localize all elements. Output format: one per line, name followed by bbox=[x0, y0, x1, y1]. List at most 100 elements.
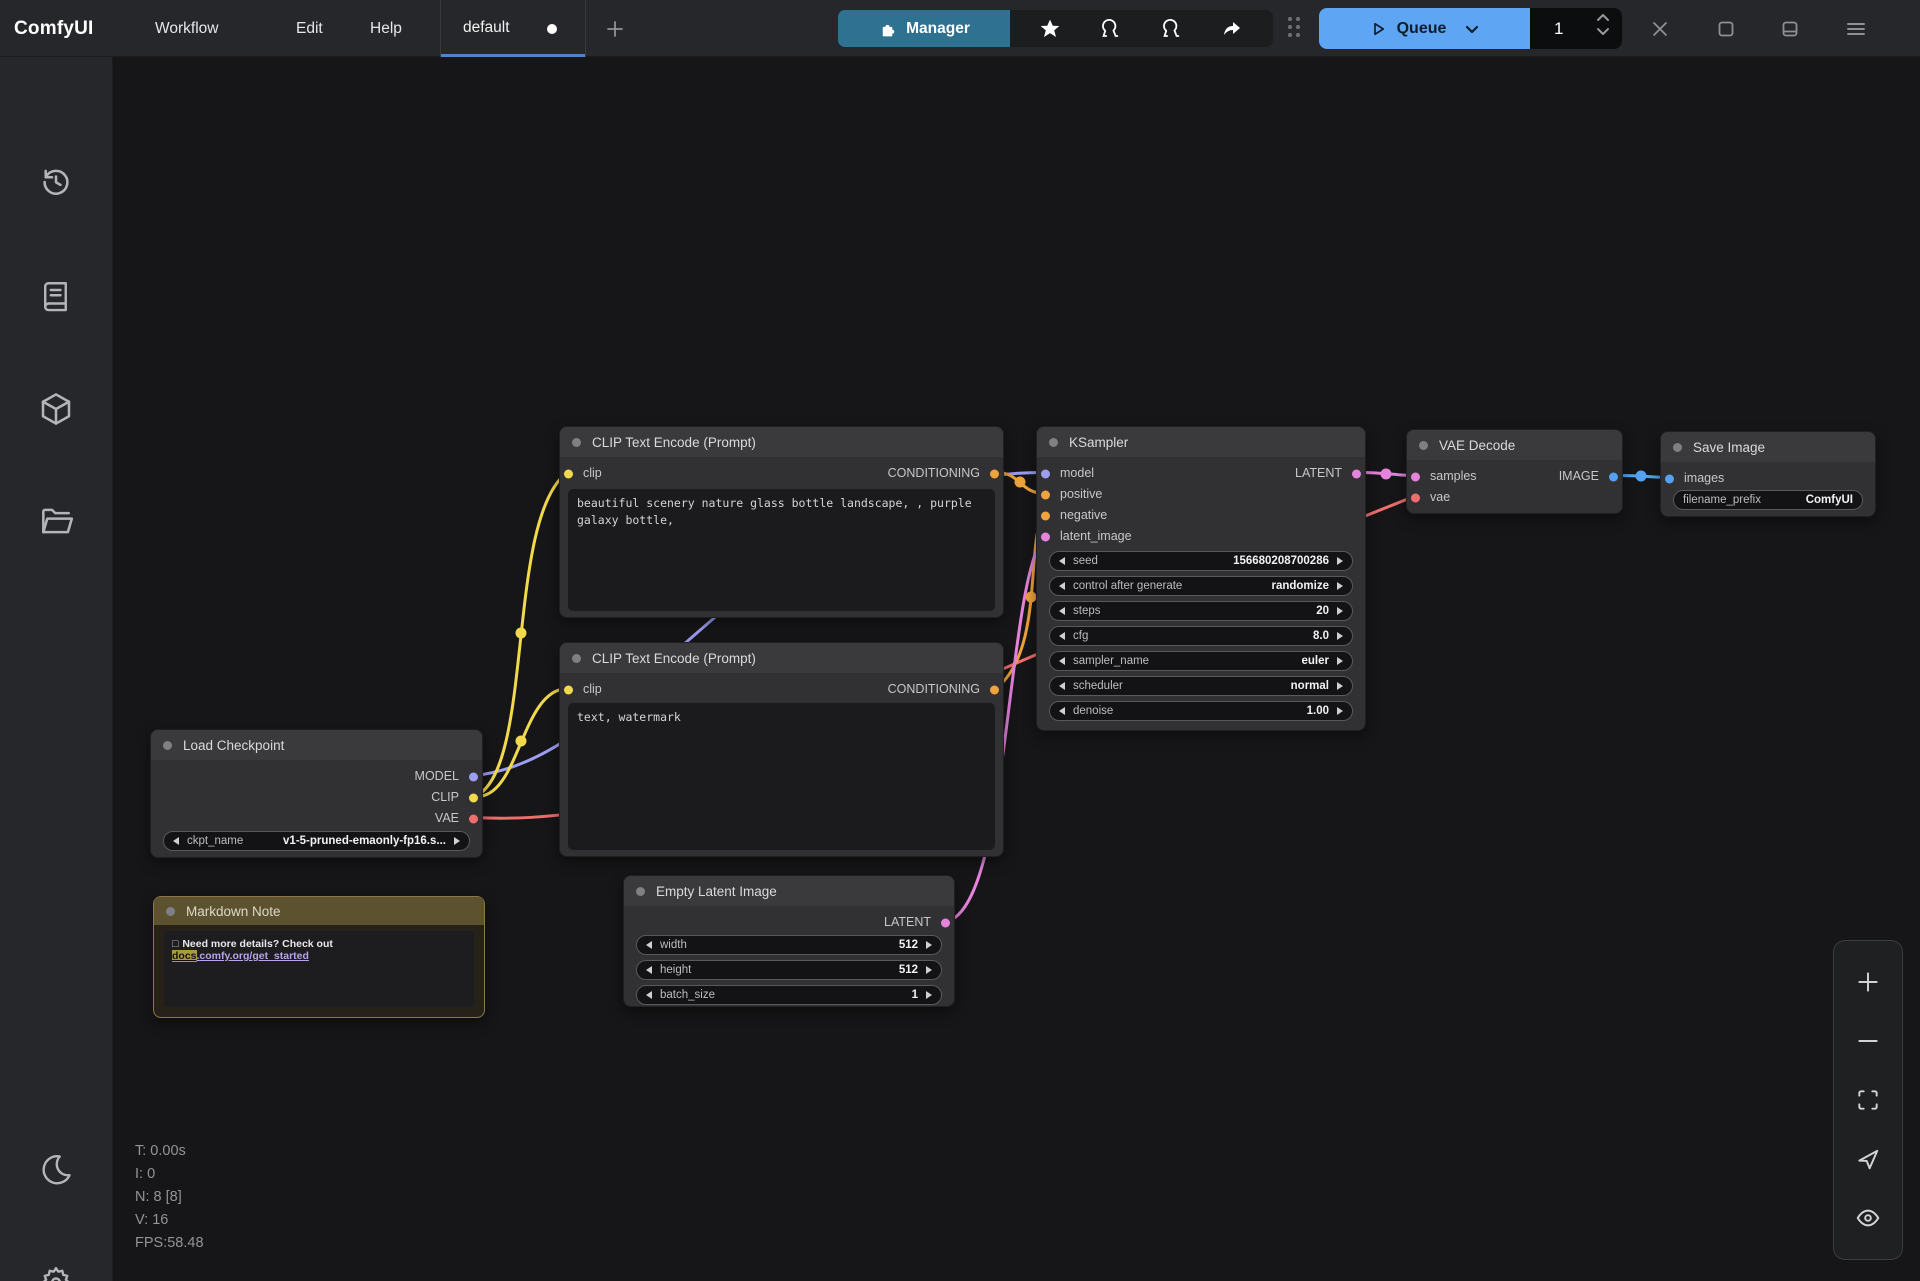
increment-arrow-icon[interactable] bbox=[926, 966, 932, 974]
widget-height[interactable]: height 512 bbox=[636, 960, 942, 980]
widget-control-after-generate[interactable]: control after generate randomize bbox=[1049, 576, 1353, 596]
widget-filename-prefix[interactable]: filename_prefix ComfyUI bbox=[1673, 490, 1863, 510]
sidebar-node-library-button[interactable] bbox=[32, 272, 80, 320]
widget-steps[interactable]: steps 20 bbox=[1049, 601, 1353, 621]
port-dot[interactable] bbox=[469, 814, 478, 823]
widget-batch-size[interactable]: batch_size 1 bbox=[636, 985, 942, 1005]
navigation-mode-button[interactable] bbox=[1850, 1141, 1886, 1177]
port-dot[interactable] bbox=[1411, 472, 1420, 481]
node-vae-decode[interactable]: VAE Decode samples IMAGE vae bbox=[1406, 429, 1623, 514]
chevron-down-icon[interactable] bbox=[1596, 27, 1610, 36]
note-link-highlight[interactable]: docs bbox=[172, 950, 197, 962]
node-empty-latent-image[interactable]: Empty Latent Image LATENT width 512 heig… bbox=[623, 875, 955, 1007]
graph-canvas[interactable] bbox=[113, 57, 1920, 1281]
menu-help[interactable]: Help bbox=[370, 0, 402, 57]
zoom-in-button[interactable] bbox=[1850, 964, 1886, 1000]
collapse-dot[interactable] bbox=[572, 438, 581, 447]
port-dot[interactable] bbox=[1041, 490, 1050, 499]
increment-arrow-icon[interactable] bbox=[1337, 707, 1343, 715]
node-header[interactable]: Load Checkpoint bbox=[151, 730, 482, 760]
chevron-down-icon[interactable] bbox=[1464, 21, 1480, 37]
port-dot[interactable] bbox=[1665, 474, 1674, 483]
stepper-arrows[interactable] bbox=[1596, 13, 1610, 36]
node-clip-text-encode-positive[interactable]: CLIP Text Encode (Prompt) clip CONDITION… bbox=[559, 426, 1004, 618]
increment-arrow-icon[interactable] bbox=[1337, 607, 1343, 615]
decrement-arrow-icon[interactable] bbox=[1059, 557, 1065, 565]
decrement-arrow-icon[interactable] bbox=[1059, 657, 1065, 665]
node-header[interactable]: Save Image bbox=[1661, 432, 1875, 462]
maximize-button[interactable] bbox=[1712, 16, 1740, 42]
node-ksampler[interactable]: KSampler model LATENT positive negative … bbox=[1036, 426, 1366, 731]
node-header[interactable]: VAE Decode bbox=[1407, 430, 1622, 460]
port-dot[interactable] bbox=[564, 685, 573, 694]
queue-button[interactable]: Queue bbox=[1319, 8, 1530, 49]
increment-arrow-icon[interactable] bbox=[1337, 657, 1343, 665]
close-button[interactable] bbox=[1646, 16, 1674, 42]
share-arrow-icon[interactable] bbox=[1220, 17, 1244, 41]
port-dot[interactable] bbox=[564, 469, 573, 478]
increment-arrow-icon[interactable] bbox=[1337, 557, 1343, 565]
manager-button[interactable]: Manager bbox=[838, 10, 1010, 47]
sidebar-model-library-button[interactable] bbox=[32, 385, 80, 433]
widget-scheduler[interactable]: scheduler normal bbox=[1049, 676, 1353, 696]
menu-workflow[interactable]: Workflow bbox=[155, 0, 218, 57]
node-header[interactable]: CLIP Text Encode (Prompt) bbox=[560, 643, 1003, 673]
node-save-image[interactable]: Save Image images filename_prefix ComfyU… bbox=[1660, 431, 1876, 517]
decrement-arrow-icon[interactable] bbox=[646, 991, 652, 999]
decrement-arrow-icon[interactable] bbox=[1059, 607, 1065, 615]
node-load-checkpoint[interactable]: Load Checkpoint MODEL CLIP VAE ckpt_name… bbox=[150, 729, 483, 858]
prompt-textarea[interactable]: text, watermark bbox=[568, 703, 995, 850]
decrement-arrow-icon[interactable] bbox=[1059, 632, 1065, 640]
decrement-arrow-icon[interactable] bbox=[646, 966, 652, 974]
node-header[interactable]: CLIP Text Encode (Prompt) bbox=[560, 427, 1003, 457]
increment-arrow-icon[interactable] bbox=[1337, 682, 1343, 690]
toolbar-drag-handle[interactable] bbox=[1288, 17, 1302, 39]
port-dot[interactable] bbox=[990, 469, 999, 478]
increment-arrow-icon[interactable] bbox=[1337, 582, 1343, 590]
node-clip-text-encode-negative[interactable]: CLIP Text Encode (Prompt) clip CONDITION… bbox=[559, 642, 1004, 857]
chevron-up-icon[interactable] bbox=[1596, 13, 1610, 22]
increment-arrow-icon[interactable] bbox=[926, 991, 932, 999]
collapse-dot[interactable] bbox=[1419, 441, 1428, 450]
batch-count-stepper[interactable]: 1 bbox=[1530, 8, 1622, 49]
decrement-arrow-icon[interactable] bbox=[1059, 582, 1065, 590]
port-dot[interactable] bbox=[469, 772, 478, 781]
node-markdown-note[interactable]: Markdown Note □Need more details? Check … bbox=[153, 896, 485, 1018]
port-dot[interactable] bbox=[1041, 469, 1050, 478]
port-dot[interactable] bbox=[1609, 472, 1618, 481]
port-dot[interactable] bbox=[469, 793, 478, 802]
prompt-textarea[interactable]: beautiful scenery nature glass bottle la… bbox=[568, 489, 995, 611]
increment-arrow-icon[interactable] bbox=[1337, 632, 1343, 640]
widget-ckpt-name[interactable]: ckpt_name v1-5-pruned-emaonly-fp16.s... bbox=[163, 831, 470, 851]
decrement-arrow-icon[interactable] bbox=[1059, 682, 1065, 690]
hamburger-menu-button[interactable] bbox=[1842, 16, 1870, 42]
sidebar-workflows-button[interactable] bbox=[32, 497, 80, 545]
bell-icon[interactable] bbox=[1159, 17, 1183, 41]
increment-arrow-icon[interactable] bbox=[926, 941, 932, 949]
note-link[interactable]: .comfy.org/get_started bbox=[197, 950, 309, 962]
collapse-dot[interactable] bbox=[1049, 438, 1058, 447]
bottom-panel-toggle-button[interactable] bbox=[1776, 16, 1804, 42]
collapse-dot[interactable] bbox=[166, 907, 175, 916]
collapse-dot[interactable] bbox=[636, 887, 645, 896]
bell-icon[interactable] bbox=[1098, 17, 1122, 41]
sidebar-settings-button[interactable] bbox=[32, 1258, 80, 1281]
port-dot[interactable] bbox=[1411, 493, 1420, 502]
visibility-toggle-button[interactable] bbox=[1850, 1200, 1886, 1236]
port-dot[interactable] bbox=[1041, 532, 1050, 541]
zoom-out-button[interactable] bbox=[1850, 1023, 1886, 1059]
node-header[interactable]: Markdown Note bbox=[154, 897, 484, 925]
menu-edit[interactable]: Edit bbox=[296, 0, 323, 57]
collapse-dot[interactable] bbox=[1673, 443, 1682, 452]
node-header[interactable]: KSampler bbox=[1037, 427, 1365, 457]
note-content[interactable]: □Need more details? Check out docs.comfy… bbox=[164, 931, 474, 1007]
fit-view-button[interactable] bbox=[1850, 1082, 1886, 1118]
widget-cfg[interactable]: cfg 8.0 bbox=[1049, 626, 1353, 646]
port-dot[interactable] bbox=[990, 685, 999, 694]
decrement-arrow-icon[interactable] bbox=[646, 941, 652, 949]
decrement-arrow-icon[interactable] bbox=[1059, 707, 1065, 715]
increment-arrow-icon[interactable] bbox=[454, 837, 460, 845]
port-dot[interactable] bbox=[1041, 511, 1050, 520]
collapse-dot[interactable] bbox=[572, 654, 581, 663]
sidebar-theme-toggle-button[interactable] bbox=[32, 1146, 80, 1194]
